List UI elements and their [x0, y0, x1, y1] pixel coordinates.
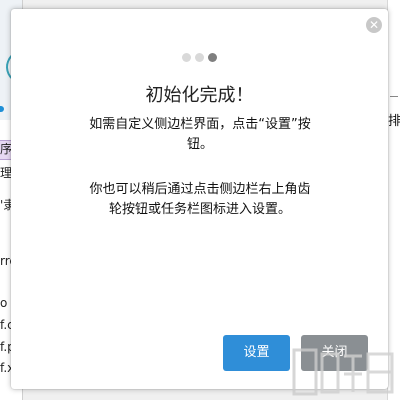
pager-indicator: [11, 53, 388, 62]
background-right-text: 排: [388, 114, 400, 129]
init-complete-dialog: ✕ 初始化完成！ 如需自定义侧边栏界面，点击“设置”按钮。 你也可以稍后通过点击…: [11, 9, 388, 389]
settings-button[interactable]: 设置: [223, 335, 290, 371]
close-icon[interactable]: ✕: [366, 17, 382, 33]
pager-dot-3-active[interactable]: [208, 53, 217, 62]
dialog-description-2: 你也可以稍后通过点击侧边栏右上角齿轮按钮或任务栏图标进入设置。: [89, 182, 311, 217]
pager-dot-1[interactable]: [182, 53, 191, 62]
pager-dot-2[interactable]: [195, 53, 204, 62]
background-right-dash: [390, 96, 398, 97]
close-button[interactable]: 关闭: [301, 335, 368, 371]
dialog-title: 初始化完成！: [145, 85, 254, 106]
background-right-panel: [387, 0, 400, 400]
dialog-description-1: 如需自定义侧边栏界面，点击“设置”按钮。: [89, 117, 311, 152]
